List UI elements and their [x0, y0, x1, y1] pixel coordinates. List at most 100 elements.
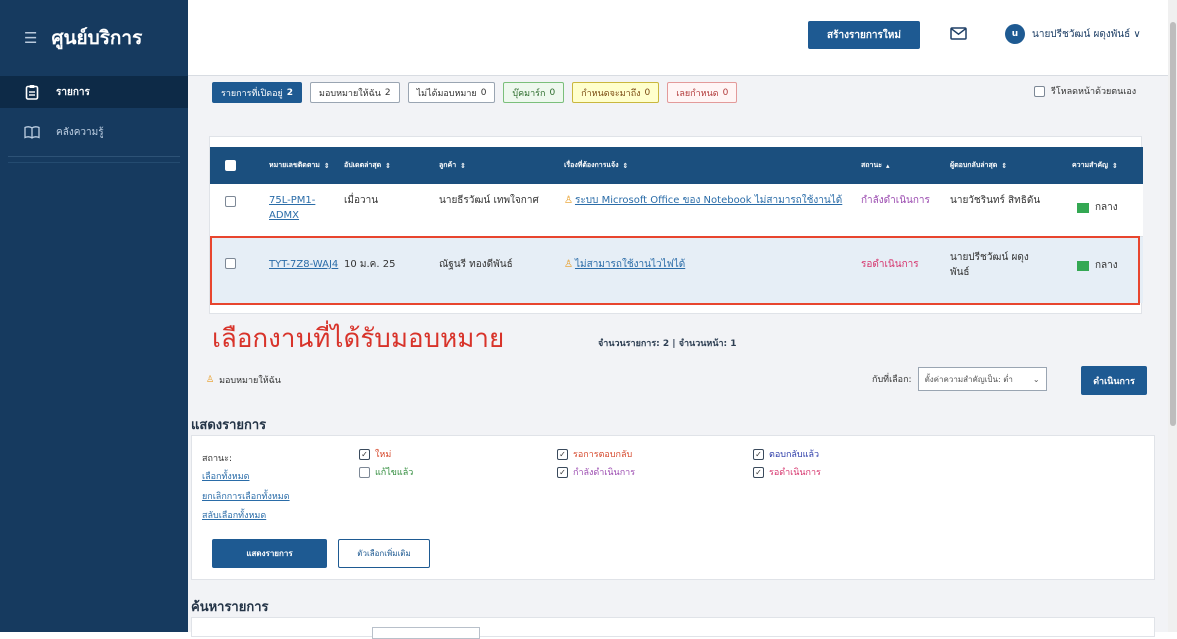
check-icon: ✓: [557, 466, 568, 478]
top-bar: สร้างรายการใหม่ u นายปรีชวัฒน์ ผดุงพันธ์…: [188, 0, 1168, 76]
status-option-awaiting-reply[interactable]: ✓ รอการตอบกลับ: [557, 447, 632, 461]
show-filter-card: สถานะ: เลือกทั้งหมด ยกเลิกการเลือกทั้งหม…: [191, 435, 1155, 580]
bulk-action-select[interactable]: ตั้งค่าความสำคัญเป็น: ต่ำ ⌄: [917, 367, 1047, 391]
subject-link[interactable]: ไม่สามารถใช้งานไวไฟได้: [575, 257, 685, 272]
last-reply-cell: นายวัชรินทร์ สิทธิดัน: [950, 195, 1041, 206]
search-card: [191, 617, 1155, 639]
status-option-in-progress[interactable]: ✓ กำลังดำเนินการ: [557, 465, 635, 479]
sort-icon: ⇕: [1001, 161, 1008, 170]
autorefresh-toggle[interactable]: รีโหลดหน้าด้วยตนเอง: [1034, 84, 1136, 98]
select-all-link[interactable]: เลือกทั้งหมด: [202, 469, 249, 483]
last-reply-cell: นายปรีชวัฒน์ ผดุงพันธ์: [950, 252, 1029, 278]
select-all-checkbox[interactable]: [225, 147, 236, 184]
toggle-all-link[interactable]: สลับเลือกทั้งหมด: [202, 508, 266, 522]
status-option-replied[interactable]: ✓ ตอบกลับแล้ว: [753, 447, 819, 461]
create-ticket-button[interactable]: สร้างรายการใหม่: [808, 21, 920, 49]
sort-icon: ▴: [886, 161, 890, 170]
user-icon: ♙: [564, 259, 573, 270]
priority-swatch: [1077, 202, 1089, 213]
search-input[interactable]: [372, 627, 480, 639]
filter-bar: รายการที่เปิดอยู่ 2 มอบหมายให้ฉัน 2 ไม่ได้…: [212, 82, 738, 103]
subject-link[interactable]: ระบบ Microsoft Office ของ Notebook ไม่สา…: [575, 193, 842, 208]
sidebar-divider: [8, 156, 180, 157]
priority-swatch: [1077, 260, 1089, 271]
user-icon: ♙: [206, 375, 215, 385]
priority-cell: กลาง: [1077, 258, 1118, 273]
book-icon: [24, 124, 40, 140]
filter-unassigned[interactable]: ไม่ได้มอบหมาย 0: [407, 82, 496, 103]
sort-icon: ⇕: [1112, 161, 1118, 170]
status-cell: กำลังดำเนินการ: [861, 195, 930, 206]
sidebar-title: ศูนย์บริการ: [51, 27, 143, 49]
sidebar-item-label: คลังความรู้: [56, 126, 104, 138]
sort-icon: ⇕: [460, 161, 467, 170]
autorefresh-label: รีโหลดหน้าด้วยตนเอง: [1051, 87, 1137, 97]
customer-cell: ณัฐนรี ทองดีพันธ์: [439, 259, 513, 270]
column-header-customer[interactable]: ลูกค้า ⇕: [439, 147, 466, 184]
deselect-all-link[interactable]: ยกเลิกการเลือกทั้งหมด: [202, 489, 290, 503]
customer-cell: นายธีรวัฒน์ เทพใจกาศ: [439, 195, 539, 206]
filter-overdue[interactable]: เลยกำหนด 0: [667, 82, 738, 103]
column-header-status[interactable]: สถานะ ▴: [861, 147, 890, 184]
filter-bookmarked[interactable]: บุ๊คมาร์ก 0: [503, 82, 565, 103]
check-icon: ✓: [753, 448, 764, 460]
column-header-tracking[interactable]: หมายเลขติดตาม ⇕: [269, 147, 330, 184]
ticket-id-link[interactable]: 75L-PM1-ADMX: [269, 193, 339, 223]
menu-icon[interactable]: ☰: [24, 29, 37, 47]
assigned-to-me-indicator: ♙ มอบหมายให้ฉัน: [206, 375, 281, 386]
bulk-action-group: กับที่เลือก: ตั้งค่าความสำคัญเป็น: ต่ำ ⌄: [872, 367, 1047, 391]
row-checkbox[interactable]: [225, 196, 236, 207]
filter-assigned-to-me[interactable]: มอบหมายให้ฉัน 2: [310, 82, 400, 103]
column-header-priority[interactable]: ความสำคัญ ⇕: [1072, 147, 1118, 184]
user-menu[interactable]: u นายปรีชวัฒน์ ผดุงพันธ์ ∨: [1005, 24, 1141, 44]
check-icon: ✓: [753, 466, 764, 478]
updated-cell: เมื่อวาน: [344, 195, 379, 206]
updated-cell: 10 ม.ค. 25: [344, 259, 396, 270]
check-icon: ✓: [359, 448, 370, 460]
clipboard-icon: [24, 84, 40, 100]
chevron-down-icon: ⌄: [1032, 374, 1040, 384]
main-content: สร้างรายการใหม่ u นายปรีชวัฒน์ ผดุงพันธ์…: [188, 0, 1168, 639]
table-row[interactable]: 75L-PM1-ADMX เมื่อวาน นายธีรวัฒน์ เทพใจก…: [210, 184, 1143, 236]
filter-due-soon[interactable]: กำหนดจะมาถึง 0: [572, 82, 660, 103]
filter-open[interactable]: รายการที่เปิดอยู่ 2: [212, 82, 303, 103]
status-label: สถานะ:: [202, 454, 233, 464]
user-name: นายปรีชวัฒน์ ผดุงพันธ์ ∨: [1032, 28, 1141, 40]
sidebar: ☰ ศูนย์บริการ รายการ คลังความรู้: [0, 0, 188, 632]
execute-action-button[interactable]: ดำเนินการ: [1081, 366, 1147, 395]
sidebar-item-label: รายการ: [56, 86, 90, 98]
show-list-button[interactable]: แสดงรายการ: [212, 539, 327, 568]
table-row[interactable]: TYT-7Z8-WAJ4 10 ม.ค. 25 ณัฐนรี ทองดีพันธ…: [210, 237, 1143, 303]
mail-icon[interactable]: [950, 27, 967, 43]
sort-icon: ⇕: [323, 161, 330, 170]
status-option-resolved[interactable]: แก้ไขแล้ว: [359, 465, 413, 479]
column-header-subject[interactable]: เรื่องที่ต้องการแจ้ง ⇕: [564, 147, 628, 184]
subject-cell[interactable]: ♙ ระบบ Microsoft Office ของ Notebook ไม่ส…: [564, 193, 849, 208]
annotation-text: เลือกงานที่ได้รับมอบหมาย: [212, 324, 505, 354]
ticket-table: หมายเลขติดตาม ⇕ อัปเดตล่าสุด ⇕ ลูกค้า ⇕ เรื…: [209, 136, 1143, 314]
with-selected-label: กับที่เลือก:: [872, 375, 912, 385]
status-cell: รอดำเนินการ: [861, 259, 919, 270]
autorefresh-checkbox[interactable]: [1034, 85, 1045, 97]
scrollbar[interactable]: [1168, 0, 1177, 632]
row-checkbox[interactable]: [225, 258, 236, 269]
scrollbar-thumb[interactable]: [1170, 22, 1176, 426]
sidebar-divider: [8, 162, 180, 163]
search-section-title: ค้นหารายการ: [191, 600, 269, 615]
sidebar-item-knowledgebase[interactable]: คลังความรู้: [0, 116, 188, 148]
column-header-last-reply[interactable]: ผู้ตอบกลับล่าสุด ⇕: [950, 147, 1007, 184]
status-option-new[interactable]: ✓ ใหม่: [359, 447, 391, 461]
show-section-title: แสดงรายการ: [191, 418, 267, 433]
subject-cell[interactable]: ♙ ไม่สามารถใช้งานไวไฟได้: [564, 257, 685, 272]
sidebar-header: ☰ ศูนย์บริการ: [0, 0, 188, 76]
avatar: u: [1005, 24, 1025, 44]
sidebar-item-tickets[interactable]: รายการ: [0, 76, 188, 108]
check-icon: ✓: [557, 448, 568, 460]
sort-icon: ⇕: [385, 161, 392, 170]
more-options-button[interactable]: ตัวเลือกเพิ่มเติม: [338, 539, 430, 568]
status-option-pending[interactable]: ✓ รอดำเนินการ: [753, 465, 821, 479]
ticket-id-link[interactable]: TYT-7Z8-WAJ4: [269, 257, 338, 272]
pagination-summary: จำนวนรายการ: 2 | จำนวนหน้า: 1: [598, 339, 737, 349]
user-icon: ♙: [564, 195, 573, 206]
column-header-updated[interactable]: อัปเดตล่าสุด ⇕: [344, 147, 391, 184]
